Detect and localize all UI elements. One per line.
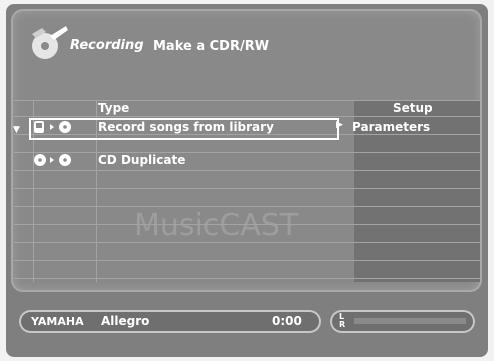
setup-arrow-icon: ▶ <box>336 120 343 130</box>
yamaha-logo: YAMAHA <box>31 315 84 328</box>
page-title: Recording <box>70 38 144 53</box>
playback-time: 0:00 <box>272 314 302 328</box>
level-meter-bar <box>354 318 466 324</box>
level-channel-label: L R <box>339 312 346 329</box>
recording-cd-icon <box>32 26 68 59</box>
level-meter: L R <box>330 310 475 333</box>
row-cd-duplicate[interactable]: CD Duplicate <box>98 153 185 167</box>
now-playing-title: Allegro <box>101 314 150 328</box>
column-header-setup: Setup <box>393 101 433 115</box>
cd-to-cd-icon <box>34 154 71 166</box>
column-header-type: Type <box>98 101 130 115</box>
library-to-cd-icon <box>34 121 71 133</box>
now-playing-bar: YAMAHA Allegro 0:00 <box>19 310 321 333</box>
selection-arrow-icon: ▼ <box>13 125 20 135</box>
row-record-songs-from-library[interactable]: Record songs from library <box>98 120 274 134</box>
page-subtitle: Make a CDR/RW <box>153 39 270 54</box>
setup-parameters[interactable]: Parameters <box>352 120 430 134</box>
musiccast-watermark: MusicCAST <box>134 208 299 243</box>
screen: Recording Make a CDR/RW MusicCAST Type S… <box>6 4 488 357</box>
